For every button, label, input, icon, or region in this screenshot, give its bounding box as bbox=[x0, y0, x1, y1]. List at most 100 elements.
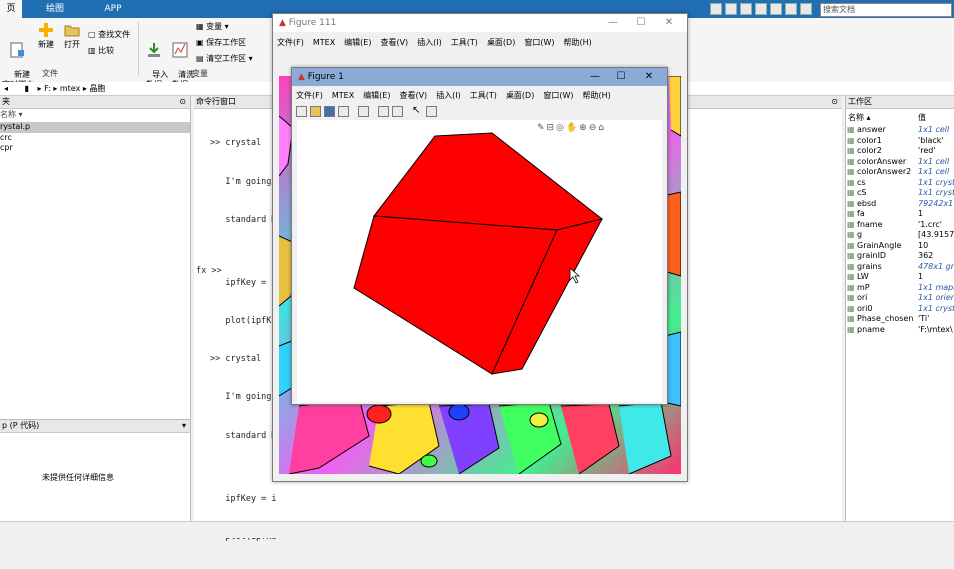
tab-plots[interactable]: 绘图 bbox=[38, 0, 72, 18]
variable-value: 1x1 orien bbox=[918, 293, 954, 302]
workspace-variable-row[interactable]: ▦ colorAnswer 1x1 cell bbox=[846, 157, 954, 168]
menu-mtex[interactable]: MTEX bbox=[313, 38, 335, 47]
compare-button[interactable]: ▥ 比较 bbox=[88, 46, 114, 56]
menu-tools[interactable]: 工具(T) bbox=[470, 91, 497, 100]
minimize-button[interactable]: — bbox=[601, 14, 625, 32]
name-column-header[interactable]: 名称 ▾ bbox=[0, 109, 23, 120]
menu-desktop[interactable]: 桌面(D) bbox=[506, 91, 534, 100]
menu-edit[interactable]: 编辑(E) bbox=[344, 38, 371, 47]
quick-redo-icon[interactable] bbox=[785, 3, 797, 15]
ws-name-column-header[interactable]: 名称 ▴ bbox=[848, 112, 871, 123]
workspace-variable-row[interactable]: ▦mP 1x1 mapP bbox=[846, 283, 954, 294]
workspace-variable-row[interactable]: ▦ GrainAngle 10 bbox=[846, 241, 954, 252]
variable-name: Phase_chosen bbox=[857, 314, 914, 323]
menu-window[interactable]: 窗口(W) bbox=[543, 91, 573, 100]
maximize-button[interactable]: ☐ bbox=[629, 14, 653, 32]
workspace-variable-row[interactable]: ▦grains 478x1 gra bbox=[846, 262, 954, 273]
compare-label: 比较 bbox=[98, 46, 115, 55]
close-button[interactable]: ✕ bbox=[657, 14, 681, 32]
workspace-variable-row[interactable]: ▦ ori 1x1 orien bbox=[846, 293, 954, 304]
figure-1-canvas[interactable]: ✎⊟◎✋⊕⊖⌂ bbox=[297, 120, 662, 402]
menu-insert[interactable]: 插入(I) bbox=[417, 38, 442, 47]
workspace-variable-row[interactable]: ▦ori0 1x1 crysta bbox=[846, 304, 954, 315]
variable-value: 478x1 gra bbox=[918, 261, 954, 271]
menu-edit[interactable]: 编辑(E) bbox=[363, 91, 390, 100]
menu-help[interactable]: 帮助(H) bbox=[583, 91, 611, 100]
quick-undo-icon[interactable] bbox=[770, 3, 782, 15]
workspace-variable-row[interactable]: ▦ fa 1 bbox=[846, 209, 954, 220]
minimize-button[interactable]: — bbox=[583, 68, 607, 86]
new-button[interactable]: 新建 bbox=[34, 22, 58, 50]
workspace-variable-row[interactable]: ▦g [43.9157,4 bbox=[846, 230, 954, 241]
list-item[interactable]: cpr bbox=[0, 143, 190, 154]
path-segment-cell[interactable]: 晶胞 bbox=[89, 84, 105, 93]
variable-type-icon: ▦ bbox=[847, 272, 855, 281]
panel-menu-icon[interactable]: ⊙ bbox=[831, 96, 838, 108]
back-icon[interactable]: ◂ bbox=[4, 84, 8, 93]
colorbar-icon[interactable] bbox=[378, 106, 389, 117]
legend-icon[interactable] bbox=[392, 106, 403, 117]
tab-home[interactable]: 页 bbox=[0, 0, 22, 18]
workspace-variable-row[interactable]: ▦ color2 'red' bbox=[846, 146, 954, 157]
command-prompt[interactable]: fx >> bbox=[196, 265, 222, 278]
list-item[interactable]: rystal.p bbox=[0, 122, 190, 133]
panel-menu-icon[interactable]: ⊙ bbox=[179, 96, 186, 108]
menu-view[interactable]: 查看(V) bbox=[399, 91, 427, 100]
workspace-variable-row[interactable]: ▦ fname '1.crc' bbox=[846, 220, 954, 231]
ws-value-column-header[interactable]: 值 bbox=[918, 112, 926, 123]
crystal-shape-plot bbox=[353, 132, 604, 375]
open-button[interactable]: 打开 bbox=[60, 22, 84, 50]
menu-window[interactable]: 窗口(W) bbox=[524, 38, 554, 47]
tab-apps[interactable]: APP bbox=[96, 0, 130, 18]
clear-workspace-button[interactable]: ▤ 清空工作区 ▾ bbox=[196, 54, 253, 64]
help-icon[interactable] bbox=[800, 3, 812, 15]
workspace-variable-row[interactable]: ▦ grainID 362 bbox=[846, 251, 954, 262]
menu-desktop[interactable]: 桌面(D) bbox=[487, 38, 515, 47]
save-workspace-button[interactable]: ▣ 保存工作区 bbox=[196, 38, 246, 48]
pointer-icon[interactable]: ↖ bbox=[412, 105, 420, 116]
menu-view[interactable]: 查看(V) bbox=[380, 38, 408, 47]
workspace-variable-row[interactable]: ▦ LW 1 bbox=[846, 272, 954, 283]
quick-cut-icon[interactable] bbox=[725, 3, 737, 15]
link-plot-icon[interactable] bbox=[358, 106, 369, 117]
figure-1-titlebar[interactable]: ▲ Figure 1 — ☐ ✕ bbox=[292, 68, 667, 86]
menu-insert[interactable]: 插入(I) bbox=[436, 91, 461, 100]
print-icon[interactable] bbox=[338, 106, 349, 117]
quick-copy-icon[interactable] bbox=[740, 3, 752, 15]
figure-111-titlebar[interactable]: ▲ Figure 111 — ☐ ✕ bbox=[273, 14, 687, 32]
workspace-variable-row[interactable]: ▦ color1 'black' bbox=[846, 136, 954, 147]
figure-1-window[interactable]: ▲ Figure 1 — ☐ ✕ 文件(F) MTEX 编辑(E) 查看(V) 插入(I… bbox=[291, 67, 668, 405]
quick-save-icon[interactable] bbox=[710, 3, 722, 15]
variable-value: 362 bbox=[918, 251, 934, 260]
open-file-icon[interactable] bbox=[310, 106, 321, 117]
variable-button[interactable]: ▦ 变量 ▾ bbox=[196, 22, 229, 32]
workspace-variable-row[interactable]: ▦cS 1x1 crysta bbox=[846, 188, 954, 199]
collapse-icon[interactable]: ▾ bbox=[182, 420, 186, 432]
menu-tools[interactable]: 工具(T) bbox=[451, 38, 478, 47]
new-figure-icon[interactable] bbox=[296, 106, 307, 117]
variable-name: ebsd bbox=[857, 198, 877, 208]
workspace-variable-row[interactable]: ▦ answer 1x1 cell bbox=[846, 125, 954, 136]
variable-type-icon: ▦ bbox=[847, 240, 855, 250]
search-docs-input[interactable]: 搜索文档 bbox=[820, 3, 952, 17]
close-button[interactable]: ✕ bbox=[637, 68, 661, 86]
workspace-variable-row[interactable]: ▦ colorAnswer2 1x1 cell bbox=[846, 167, 954, 178]
path-segment-mtex[interactable]: mtex bbox=[60, 84, 80, 93]
menu-file[interactable]: 文件(F) bbox=[296, 91, 323, 100]
workspace-variable-row[interactable]: ▦ pname 'F:\mtex\ bbox=[846, 325, 954, 336]
variable-name: color2 bbox=[857, 146, 882, 155]
workspace-variable-row[interactable]: ▦ Phase_chosen 'Ti' bbox=[846, 314, 954, 325]
find-files-button[interactable]: ▢ 查找文件 bbox=[88, 30, 130, 40]
list-item[interactable]: crc bbox=[0, 133, 190, 144]
menu-mtex[interactable]: MTEX bbox=[332, 91, 354, 100]
maximize-button[interactable]: ☐ bbox=[609, 68, 633, 86]
workspace-variable-row[interactable]: ▦ebsd 79242x1 e bbox=[846, 199, 954, 210]
quick-paste-icon[interactable] bbox=[755, 3, 767, 15]
save-figure-icon[interactable] bbox=[324, 106, 335, 117]
figure-1-toolbar: ↖ bbox=[292, 103, 667, 119]
property-editor-icon[interactable] bbox=[426, 106, 437, 117]
menu-help[interactable]: 帮助(H) bbox=[564, 38, 592, 47]
menu-file[interactable]: 文件(F) bbox=[277, 38, 304, 47]
workspace-variable-row[interactable]: ▦cs 1x1 crysta bbox=[846, 178, 954, 189]
path-segment-drive[interactable]: F: bbox=[44, 84, 51, 93]
